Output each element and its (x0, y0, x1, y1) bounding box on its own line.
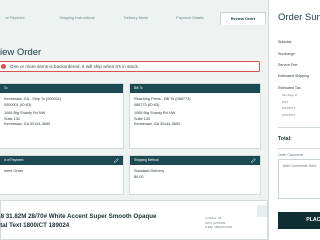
pencil-icon[interactable] (251, 158, 256, 163)
payment-method-body: ment Order (4, 169, 119, 175)
alert-icon (1, 64, 6, 70)
bill-to-line: Kennesaw, GA 30144-3650 (134, 122, 181, 127)
shipping-method-header: Shipping Method (130, 156, 260, 165)
surcharge-label: Surcharge: (278, 52, 296, 56)
step-payment-details[interactable]: Payment Details (166, 12, 214, 25)
ship-to-card: To Kennesaw, GA - Ship To (000001) 00000… (0, 83, 124, 149)
shipping-method-body: Standard Delivery $0.00 (134, 169, 256, 180)
product-name[interactable]: X18 31.82M 28/70# White Accent Super Smo… (0, 213, 156, 230)
order-comments-input[interactable] (278, 159, 320, 199)
step-delivery-mode[interactable]: Delivery Mode (112, 12, 160, 25)
backorder-alert: One or more items is backordered. It wil… (0, 61, 260, 72)
payment-method-header: d of Payment (0, 156, 123, 165)
ship-to-address: Kennesaw, GA - Ship To (000001) 0000001 … (4, 97, 119, 128)
order-summary-panel: Order Summ Subtotal: Surcharge: Service … (268, 0, 320, 240)
product-thumbnail (257, 205, 267, 217)
page-title: iew Order (0, 47, 42, 58)
payment-method-value: ment Order (4, 169, 24, 173)
ship-to-line: Kennesaw, GA 30144-3650 (4, 122, 51, 127)
tax-line: GST/PST (282, 106, 296, 110)
summary-divider (278, 148, 320, 149)
tax-line: QST/PST (282, 113, 296, 117)
main-content: of Payment Shipping Instructions Deliver… (0, 0, 268, 240)
product-meta: In Stock: 26 CPN: 2270349 ITEM: 189024/2… (205, 216, 232, 230)
estimated-shipping-label: Estimated Shipping (278, 74, 309, 78)
payment-method-header-label: d of Payment (4, 158, 24, 162)
product-name-line: igital Text 1800/CT 189024 (0, 221, 70, 229)
summary-divider (278, 127, 320, 128)
product-item-number: ITEM: 189024/2026 (205, 225, 233, 230)
total-label: Total: (278, 136, 292, 142)
shipping-method-header-label: Shipping Method (134, 158, 159, 162)
tax-line: HST (282, 100, 289, 104)
place-order-button[interactable]: PLACE (278, 212, 320, 229)
shipping-method-card: Shipping Method Standard Delivery $0.00 (129, 155, 261, 195)
step-review-order[interactable]: Review Order (220, 12, 266, 25)
order-comments-label: Order Comments (278, 153, 304, 157)
estimated-tax-label: Estimated Tax: (278, 86, 302, 90)
product-name-line: X18 31.82M 28/70# White Accent Super Smo… (0, 213, 157, 220)
bill-to-address: Reaching Press - Bill To (088773) 088773… (134, 97, 256, 128)
bill-to-header: Bill To (130, 84, 260, 93)
alert-text: One or more items is backordered. It wil… (10, 64, 140, 69)
product-line-item: X18 31.82M 28/70# White Accent Super Smo… (0, 200, 268, 240)
checkout-steps: of Payment Shipping Instructions Deliver… (0, 12, 268, 25)
service-fee-label: Service Fee: (278, 63, 299, 67)
payment-method-card: d of Payment ment Order (0, 155, 124, 195)
step-method-of-payment[interactable]: of Payment (0, 12, 36, 25)
step-shipping-instructions[interactable]: Shipping Instructions (48, 12, 106, 25)
shipping-method-cost: $0.00 (134, 174, 144, 179)
pencil-icon[interactable] (114, 158, 119, 163)
ship-to-header: To (0, 84, 123, 93)
subtotal-label: Subtotal: (278, 40, 293, 44)
tax-line: Tax Reg. # (282, 93, 297, 97)
bill-to-card: Bill To Reaching Press - Bill To (088773… (129, 83, 261, 149)
order-summary-title: Order Summ (278, 12, 320, 23)
